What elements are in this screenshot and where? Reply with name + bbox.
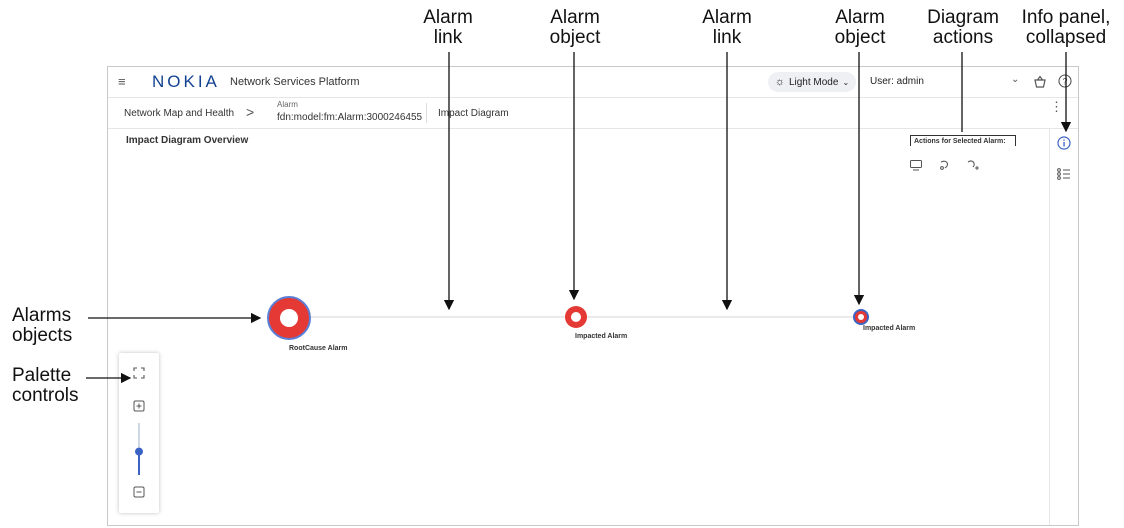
annotation-arrows <box>86 52 1072 384</box>
